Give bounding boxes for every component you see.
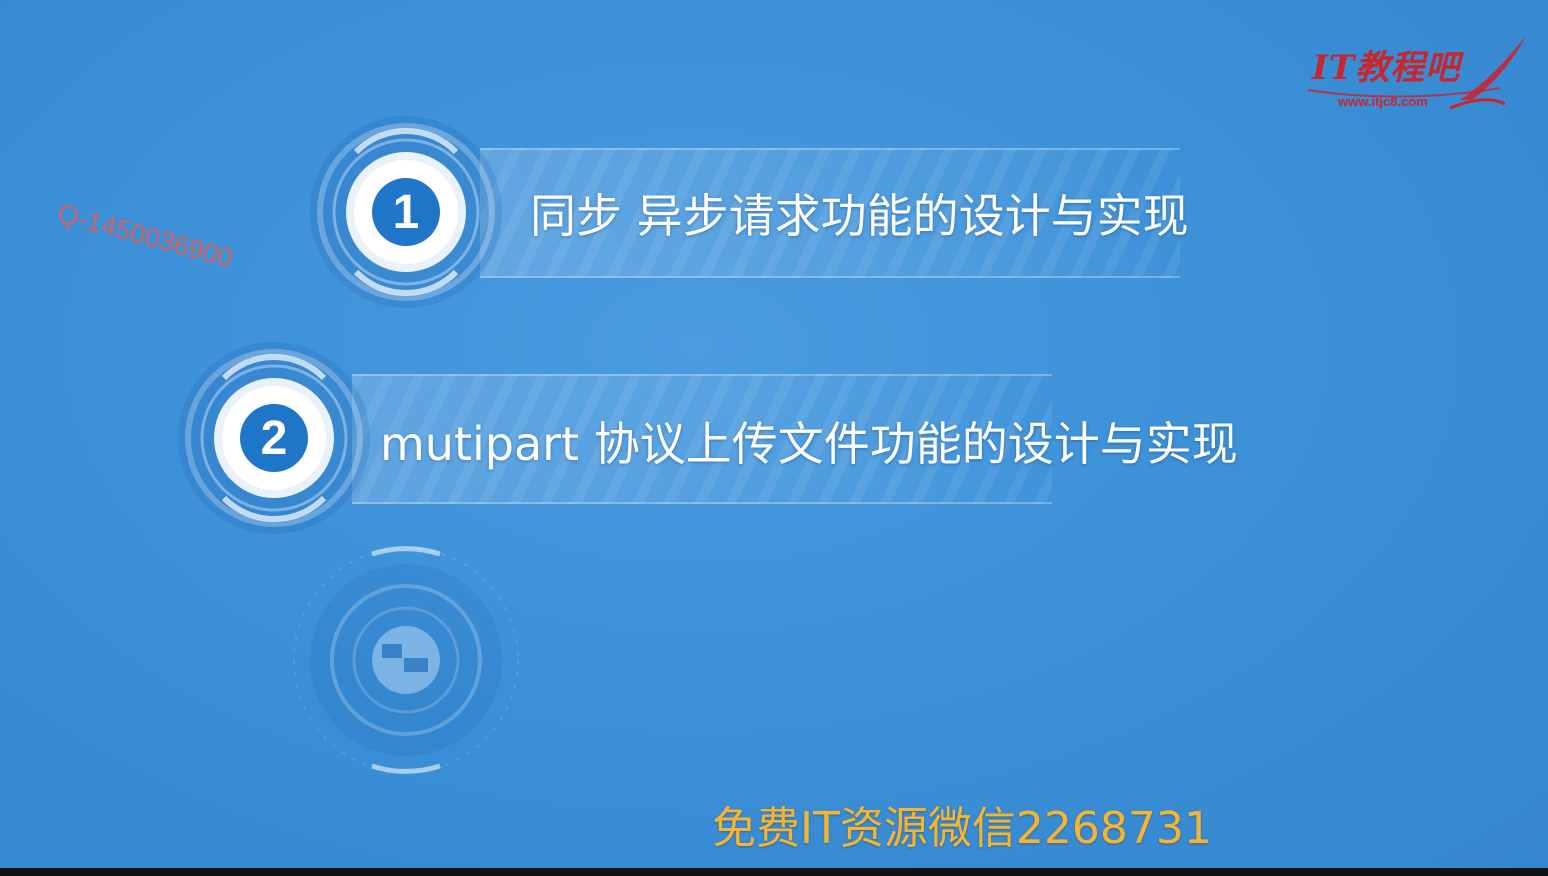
bottom-bar [0, 868, 1548, 876]
item-title: mutipart 协议上传文件功能的设计与实现 [380, 417, 1238, 471]
brand-logo: IT教程吧 www.itjc8.com [1300, 30, 1532, 114]
logo-title: IT教程吧 [1312, 48, 1461, 88]
footer-promo-text: 免费IT资源微信2268731 [712, 803, 1212, 854]
item-number-badge: 2 [240, 404, 308, 472]
qq-watermark: Q-1450036900 [54, 198, 237, 274]
slide-background: Q-1450036900 IT教程吧 www.itjc8.com 1 同步 异步… [0, 0, 1548, 868]
ring-placeholder-icon [293, 546, 519, 774]
item-title: 同步 异步请求功能的设计与实现 [530, 189, 1189, 243]
item-number-badge: 1 [372, 178, 440, 246]
logo-url: www.itjc8.com [1338, 94, 1428, 109]
